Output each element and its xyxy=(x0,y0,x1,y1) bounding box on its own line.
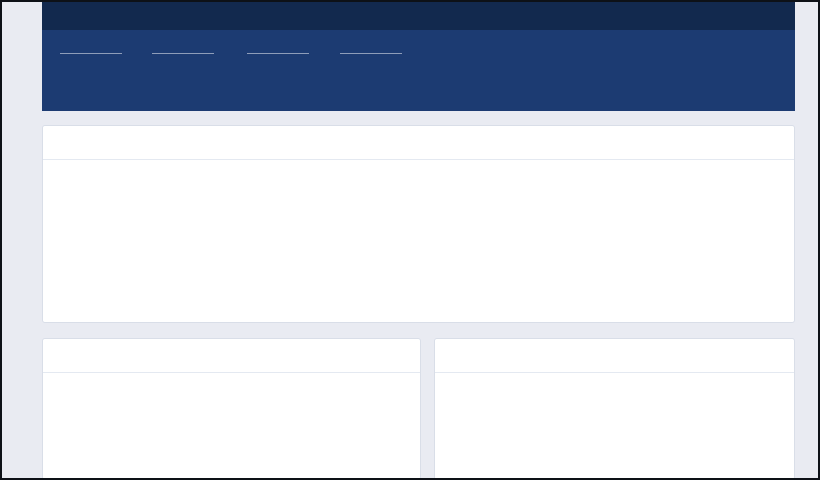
kpi-underline xyxy=(60,53,122,54)
logins-line-chart[interactable] xyxy=(43,161,794,323)
card-who-logs-in-most xyxy=(42,125,795,323)
kpi-total-users[interactable] xyxy=(60,42,122,63)
dashboard-description-banner xyxy=(42,2,795,30)
card-divider xyxy=(43,159,794,160)
frame-border-left xyxy=(0,0,2,480)
kpi-underline xyxy=(152,53,214,54)
card-ip-addresses xyxy=(434,338,795,480)
kpi-total-logins[interactable] xyxy=(152,42,214,63)
ip-bar-chart[interactable] xyxy=(435,339,794,479)
kpi-panel xyxy=(42,30,795,111)
donut-hover-highlight xyxy=(259,397,361,479)
kpi-underline xyxy=(247,53,309,54)
frame-border-top xyxy=(0,0,820,2)
card-user-agents xyxy=(42,338,421,480)
kpi-max-login-time[interactable] xyxy=(340,42,402,63)
kpi-avg-login-time[interactable] xyxy=(247,42,309,63)
kpi-underline xyxy=(340,53,402,54)
card-divider xyxy=(43,372,420,373)
